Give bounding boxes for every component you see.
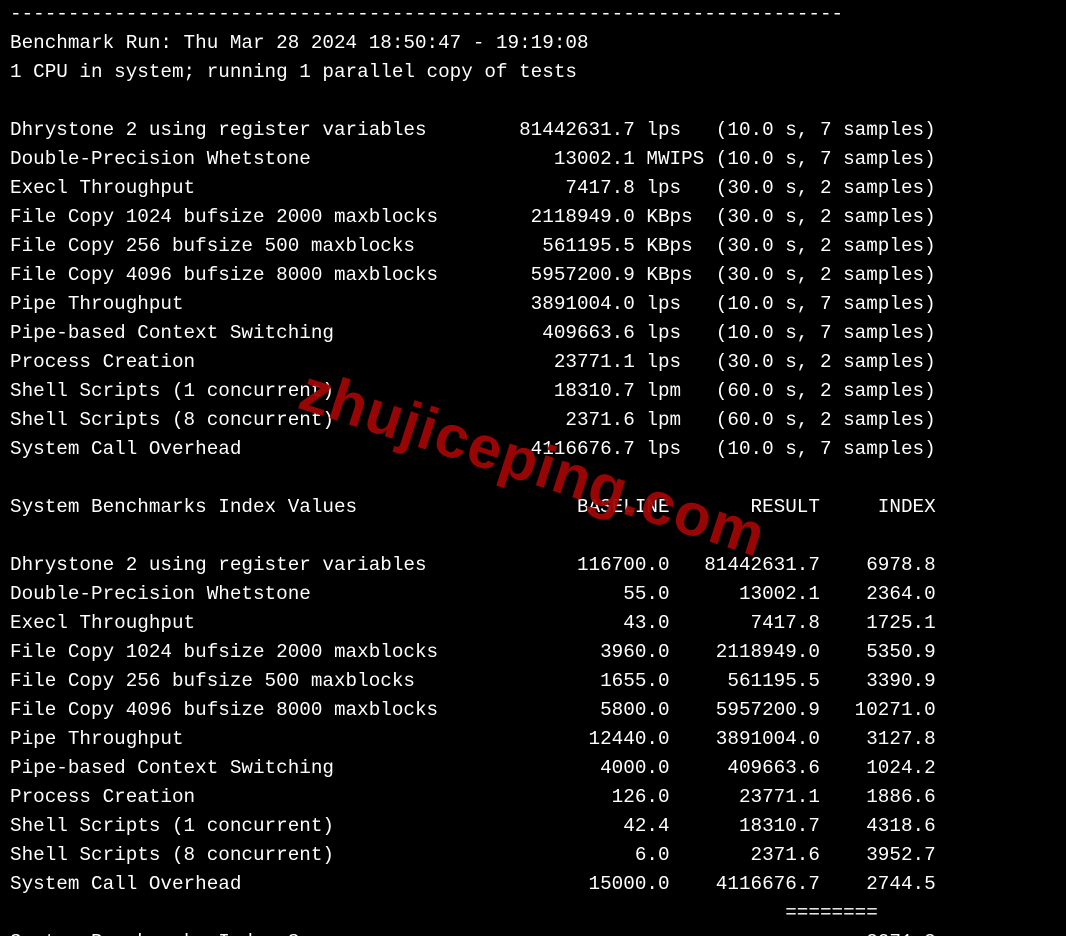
terminal-output: ----------------------------------------… [0, 0, 1066, 936]
index-header: System Benchmarks Index Values BASELINE … [10, 496, 936, 518]
score-line: System Benchmarks Index Score 3271.3 [10, 931, 936, 936]
tests-block: Dhrystone 2 using register variables 814… [10, 119, 936, 460]
index-block: Dhrystone 2 using register variables 116… [10, 554, 936, 895]
divider-line: ----------------------------------------… [10, 3, 843, 25]
score-divider: ======== [10, 902, 878, 924]
run-line: Benchmark Run: Thu Mar 28 2024 18:50:47 … [10, 32, 589, 54]
cpu-line: 1 CPU in system; running 1 parallel copy… [10, 61, 577, 83]
